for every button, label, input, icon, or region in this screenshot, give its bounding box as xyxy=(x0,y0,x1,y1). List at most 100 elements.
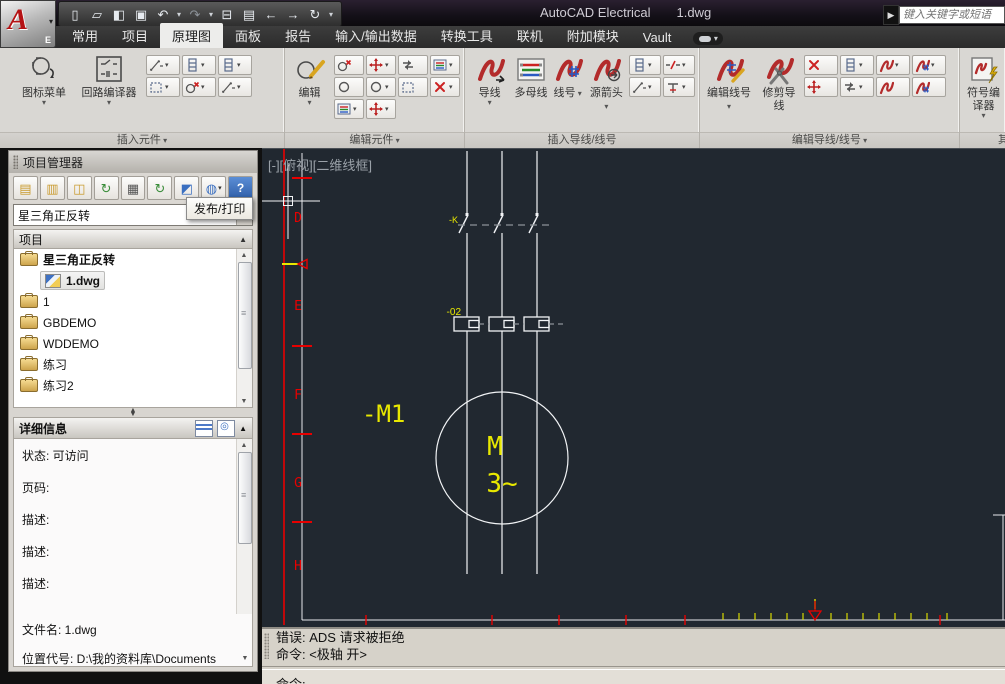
circuit-builder-button[interactable]: 回路编译器 xyxy=(76,51,142,106)
details-list-view-icon[interactable] xyxy=(195,420,213,437)
delete-wire-number-button[interactable] xyxy=(804,55,838,75)
ladder-add-button[interactable] xyxy=(840,55,874,75)
wire-edit-button[interactable] xyxy=(876,55,910,75)
orbit-icon[interactable]: ↻ xyxy=(305,5,325,23)
viewport-controls-label[interactable]: [-][俯视][二维线框] xyxy=(268,155,372,174)
search-expand-icon[interactable]: ▶ xyxy=(883,5,899,25)
insert-dashed-link-button[interactable] xyxy=(182,77,216,97)
tree-scrollbar[interactable]: ▲ ▼ xyxy=(236,249,252,407)
move-component-button[interactable] xyxy=(366,55,396,75)
panel-footer-edit-components[interactable]: 编辑元件 xyxy=(285,132,464,149)
tab-reports[interactable]: 报告 xyxy=(273,23,323,48)
multiple-bus-button[interactable]: 多母线 xyxy=(514,51,547,100)
tab-vault[interactable]: Vault xyxy=(631,27,684,48)
projects-section-header[interactable]: 项目 ▲ xyxy=(13,229,253,249)
project-wide-update-icon[interactable]: ▦ xyxy=(121,176,146,200)
copy-component-button[interactable] xyxy=(334,77,364,97)
sheetset-icon[interactable]: ▤ xyxy=(239,5,259,23)
details-section-header[interactable]: 详细信息 ▲ xyxy=(13,417,253,439)
wire-gap-button[interactable] xyxy=(663,55,695,75)
project-new-icon[interactable]: ▥ xyxy=(40,176,65,200)
tab-addins[interactable]: 附加模块 xyxy=(555,23,631,48)
dot-connection-button[interactable] xyxy=(629,77,661,97)
application-menu-button[interactable]: A E ▾ xyxy=(0,0,56,48)
new-icon[interactable]: ▯ xyxy=(65,5,85,23)
scoot-button[interactable] xyxy=(398,55,428,75)
tab-online[interactable]: 联机 xyxy=(505,23,555,48)
delete-component-button[interactable] xyxy=(334,55,364,75)
move-attribute-button[interactable] xyxy=(366,99,396,119)
project-next-icon[interactable]: → xyxy=(283,5,303,23)
source-arrow-button[interactable]: 源箭头 xyxy=(588,51,625,113)
panel-footer-insert-wires[interactable]: 插入导线/线号 xyxy=(465,132,699,149)
redo-icon[interactable]: ↷ xyxy=(185,5,205,23)
undo-icon[interactable]: ↶ xyxy=(153,5,173,23)
details-scroll-down-icon[interactable]: ▼ xyxy=(239,652,251,664)
align-button[interactable] xyxy=(430,55,460,75)
command-prompt[interactable]: 命令: xyxy=(262,670,1005,684)
details-collapse-icon[interactable]: ▲ xyxy=(239,424,247,433)
insert-component-fan-button[interactable] xyxy=(146,55,180,75)
palette-splitter[interactable]: ▲▼ xyxy=(9,408,257,417)
update-component-button[interactable] xyxy=(366,77,396,97)
wire-button[interactable]: 导线 xyxy=(469,51,510,106)
plot-icon[interactable]: ⊟ xyxy=(217,5,237,23)
panel-footer-other[interactable]: 其 xyxy=(960,132,1005,149)
icon-menu-button[interactable]: 图标菜单 xyxy=(16,51,72,106)
tab-panel[interactable]: 面板 xyxy=(223,23,273,48)
scroll-up-icon[interactable]: ▲ xyxy=(238,439,250,451)
tree-item-project[interactable]: 星三角正反转 xyxy=(14,249,252,270)
drawing-list-refresh-icon[interactable]: ↻ xyxy=(147,176,172,200)
wire-number-down-button[interactable] xyxy=(912,55,946,75)
project-task-icon[interactable]: ◫ xyxy=(67,176,92,200)
insert-connector-button[interactable] xyxy=(218,55,252,75)
panel-footer-insert-components[interactable]: 插入元件 xyxy=(0,132,284,149)
open-icon[interactable]: ▱ xyxy=(87,5,107,23)
tree-scroll-thumb[interactable] xyxy=(238,262,252,369)
tab-schematic[interactable]: 原理图 xyxy=(160,23,223,48)
tree-item-project[interactable]: WDDEMO xyxy=(14,333,252,354)
tree-item-project[interactable]: 1 xyxy=(14,291,252,312)
close-drawing-icon[interactable]: ◧ xyxy=(109,5,129,23)
move-wire-number-button[interactable] xyxy=(804,77,838,97)
details-scrollbar[interactable]: ▲ xyxy=(236,439,252,614)
qat-overflow-icon[interactable]: ▾ xyxy=(327,10,335,19)
tab-home[interactable]: 常用 xyxy=(60,23,110,48)
tree-item-project[interactable]: 练习2 xyxy=(14,375,252,396)
details-preview-icon[interactable] xyxy=(217,420,235,437)
attribute-button[interactable] xyxy=(334,99,364,119)
tree-item-project[interactable]: GBDEMO xyxy=(14,312,252,333)
save-icon[interactable]: ▣ xyxy=(131,5,151,23)
insert-plc-button[interactable] xyxy=(182,55,216,75)
stretch-button[interactable] xyxy=(398,77,428,97)
drawing-canvas[interactable]: D E F G H xyxy=(262,148,1005,627)
tab-project[interactable]: 项目 xyxy=(110,23,160,48)
tree-item-drawing[interactable]: 1.dwg xyxy=(14,270,252,291)
tab-conversion-tools[interactable]: 转换工具 xyxy=(429,23,505,48)
tree-item-project[interactable]: 练习 xyxy=(14,354,252,375)
project-open-icon[interactable]: ▤ xyxy=(13,176,38,200)
wire-number-swap-button[interactable] xyxy=(912,77,946,97)
erase-button[interactable] xyxy=(430,77,460,97)
wire-check-button[interactable] xyxy=(876,77,910,97)
online-cloud-dropdown[interactable] xyxy=(693,32,723,45)
scroll-up-icon[interactable]: ▲ xyxy=(238,249,250,261)
refresh-icon[interactable]: ↻ xyxy=(94,176,119,200)
redo-dropdown-icon[interactable]: ▾ xyxy=(207,10,215,19)
palette-title[interactable]: 项目管理器 xyxy=(9,151,257,173)
undo-dropdown-icon[interactable]: ▾ xyxy=(175,10,183,19)
insert-terminal-button[interactable] xyxy=(146,77,180,97)
search-input[interactable] xyxy=(899,6,1005,24)
scroll-down-icon[interactable]: ▼ xyxy=(238,395,250,407)
tab-import-export[interactable]: 输入/输出数据 xyxy=(323,23,429,48)
flip-wire-number-button[interactable] xyxy=(840,77,874,97)
command-line-window[interactable]: 错误: ADS 请求被拒绝 命令: <极轴 开> 命令: xyxy=(262,627,1005,684)
trim-wire-button[interactable]: 修剪导线 xyxy=(758,51,800,113)
projects-collapse-icon[interactable]: ▲ xyxy=(239,235,247,244)
insert-ladder-button[interactable] xyxy=(629,55,661,75)
edit-wire-number-button[interactable]: 编辑线号 xyxy=(704,51,754,113)
insert-contact-button[interactable] xyxy=(218,77,252,97)
symbol-builder-button[interactable]: 符号编译器 xyxy=(966,51,1001,119)
details-scroll-thumb[interactable] xyxy=(238,452,252,544)
tee-marker-button[interactable] xyxy=(663,77,695,97)
